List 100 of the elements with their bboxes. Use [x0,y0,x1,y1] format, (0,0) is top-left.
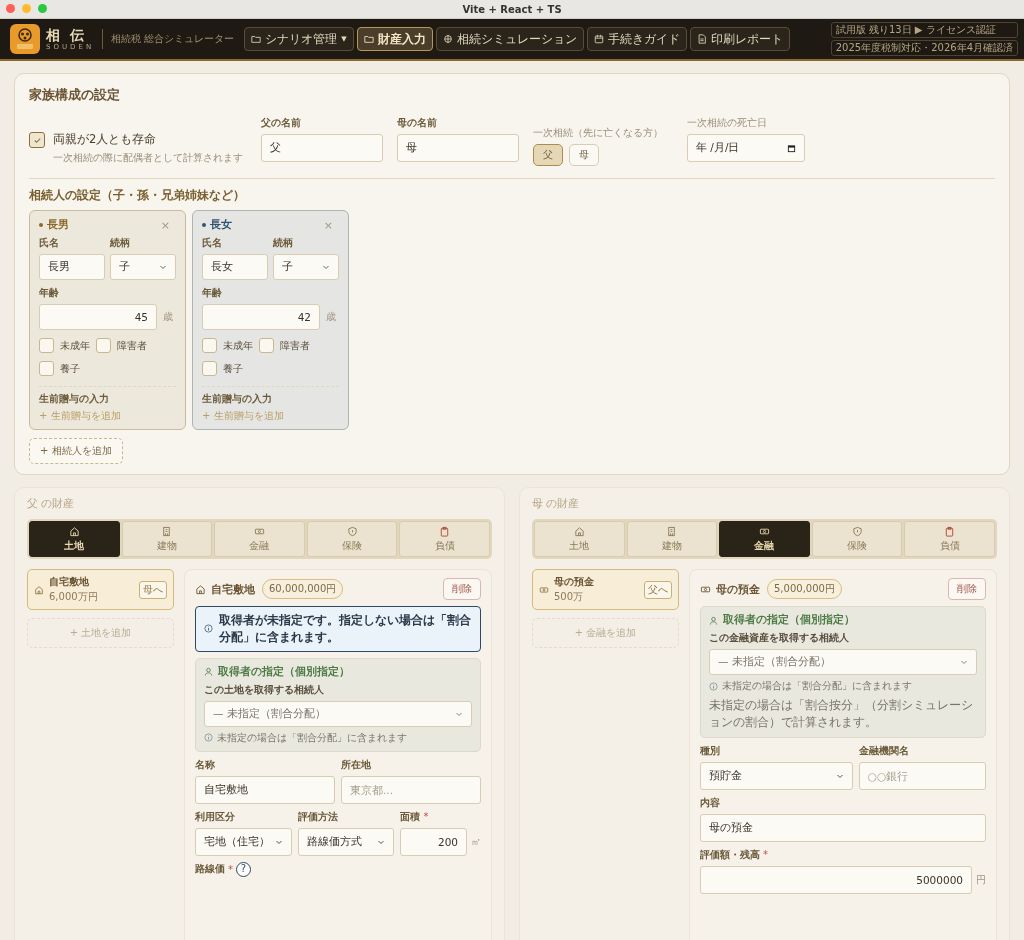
text-field[interactable]: 東京都... [341,775,481,804]
text-field[interactable]: 母の預金 [700,813,986,842]
category-tab[interactable]: 建物 [121,521,213,557]
help-button[interactable]: ? [236,861,251,877]
field-label: この土地を取得する相続人 [204,682,325,697]
checkbox[interactable] [96,338,111,353]
checkbox-label: 養子 [223,361,243,376]
asset-name: 自宅敷地 [49,575,90,589]
hint-text: 一次相続の際に配偶者として計算されます [53,151,243,165]
unit-label: 円 [976,872,986,887]
close-window-icon[interactable] [6,4,15,13]
nav-button[interactable]: 相続シミュレーション [435,27,584,51]
category-tab[interactable]: 土地 [534,521,625,557]
asset-amount: 500万 [554,590,585,604]
amount-badge: 60,000,000円 [262,579,344,599]
category-tab[interactable]: 建物 [626,521,718,557]
shield-icon [851,525,863,537]
required-mark: * [763,849,768,861]
nav-button[interactable]: 財産入力 [356,27,433,51]
gift-label: 生前贈与の入力 [202,392,273,406]
heir-select[interactable]: — 未指定（割合分配） [204,700,472,727]
option-button[interactable]: 父 [533,144,563,166]
info-icon [204,733,213,743]
section-subtitle: 相続人の設定（子・孫・兄弟姉妹など） [29,187,246,204]
transfer-button[interactable]: 母へ [139,580,167,599]
checkbox[interactable] [202,361,217,376]
add-heir-button[interactable]: + 相続人を追加 [29,438,123,464]
checkbox[interactable] [29,132,45,148]
category-tab[interactable]: 金融 [719,521,810,557]
nav-button[interactable]: 手続きガイド [586,27,687,51]
transfer-button[interactable]: 父へ [644,580,672,599]
asset-list-item[interactable]: 自宅敷地 6,000万円 母へ [27,569,174,610]
checkbox[interactable] [39,361,54,376]
checkbox[interactable] [259,338,274,353]
document-icon [696,34,707,44]
select-field[interactable]: 預貯金 [700,761,853,790]
relation-select[interactable]: 子 [273,254,339,280]
field-label: 金融機関名 [858,743,909,758]
house-icon [34,584,44,595]
text-field[interactable]: 父 [261,134,383,162]
minimize-window-icon[interactable] [22,4,31,13]
check-icon [32,135,42,145]
folder-icon [251,34,262,44]
field-label: 父の名前 [261,116,302,130]
text-field[interactable]: 自宅敷地 [195,775,335,804]
field-label: 種別 [700,743,720,758]
delete-button[interactable]: 削除 [443,578,481,600]
building-icon [161,525,173,537]
note-text: 未指定の場合は「割合按分」（分割シミュレーションの割合）で計算されます。 [709,697,974,731]
category-tab[interactable]: 土地 [29,521,120,557]
field-label: 名称 [195,757,215,772]
field-label: 利用区分 [195,809,235,824]
alert-text: 取得者が未指定です。指定しない場合は「割合分配」に含まれます。 [219,612,472,646]
heir-select[interactable]: — 未指定（割合分配） [709,649,977,675]
zoom-window-icon[interactable] [38,4,47,13]
category-tab[interactable]: 負債 [904,521,995,557]
panel-title: 取得者の指定（個別指定） [218,664,350,679]
option-button[interactable]: 母 [569,144,599,166]
chevron-down-icon [322,263,330,271]
name-field[interactable]: 長女 [202,254,268,280]
required-mark: * [423,811,429,823]
house-icon [573,525,585,537]
field-label: 年齢 [202,286,223,300]
unit-label: 歳 [163,310,173,324]
calendar-icon [593,34,604,44]
unit-label: 歳 [326,310,336,324]
asset-title: 自宅敷地 [211,581,255,597]
field-label: 母の名前 [397,116,438,130]
person-icon [204,667,213,677]
text-field[interactable]: 母 [397,134,519,162]
chevron-down-icon [960,658,968,666]
unit-label: ㎡ [471,834,481,849]
app-subtitle: 相続税 総合シミュレーター [111,32,235,46]
delete-button[interactable]: 削除 [948,578,986,600]
brand-name: 相伝 [46,27,94,43]
category-tab[interactable]: 金融 [214,521,305,557]
category-tab[interactable]: 負債 [399,521,490,557]
text-field[interactable]: ○○銀行 [858,761,986,790]
section-title: 父 の財産 [27,496,76,511]
number-field[interactable]: 200 [400,827,467,856]
panel-title: 取得者の指定（個別指定） [723,613,855,627]
checkbox[interactable] [202,338,217,353]
checkbox[interactable] [39,338,54,353]
field-label: 評価方法 [297,809,338,824]
house-icon [195,583,206,595]
asset-list-item[interactable]: 母の預金 500万 父へ [532,569,679,610]
relation-select[interactable]: 子 [110,254,176,280]
select-field[interactable]: 路線価方式 [297,827,395,856]
age-field[interactable]: 42 [202,304,320,330]
checkbox-label: 未成年 [223,338,253,353]
info-icon [204,624,213,634]
section-title: 母 の財産 [532,496,581,511]
date-field[interactable]: 年 /月/日 [687,134,805,162]
age-field[interactable]: 45 [39,304,157,330]
nav-button[interactable]: 印刷レポート [689,27,790,51]
number-field[interactable]: 5000000 [700,865,972,894]
shield-icon [346,525,358,537]
note-text: 未指定の場合は「割合分配」に含まれます [722,679,912,693]
name-field[interactable]: 長男 [39,254,105,280]
select-field[interactable]: 宅地（住宅） [195,827,292,856]
